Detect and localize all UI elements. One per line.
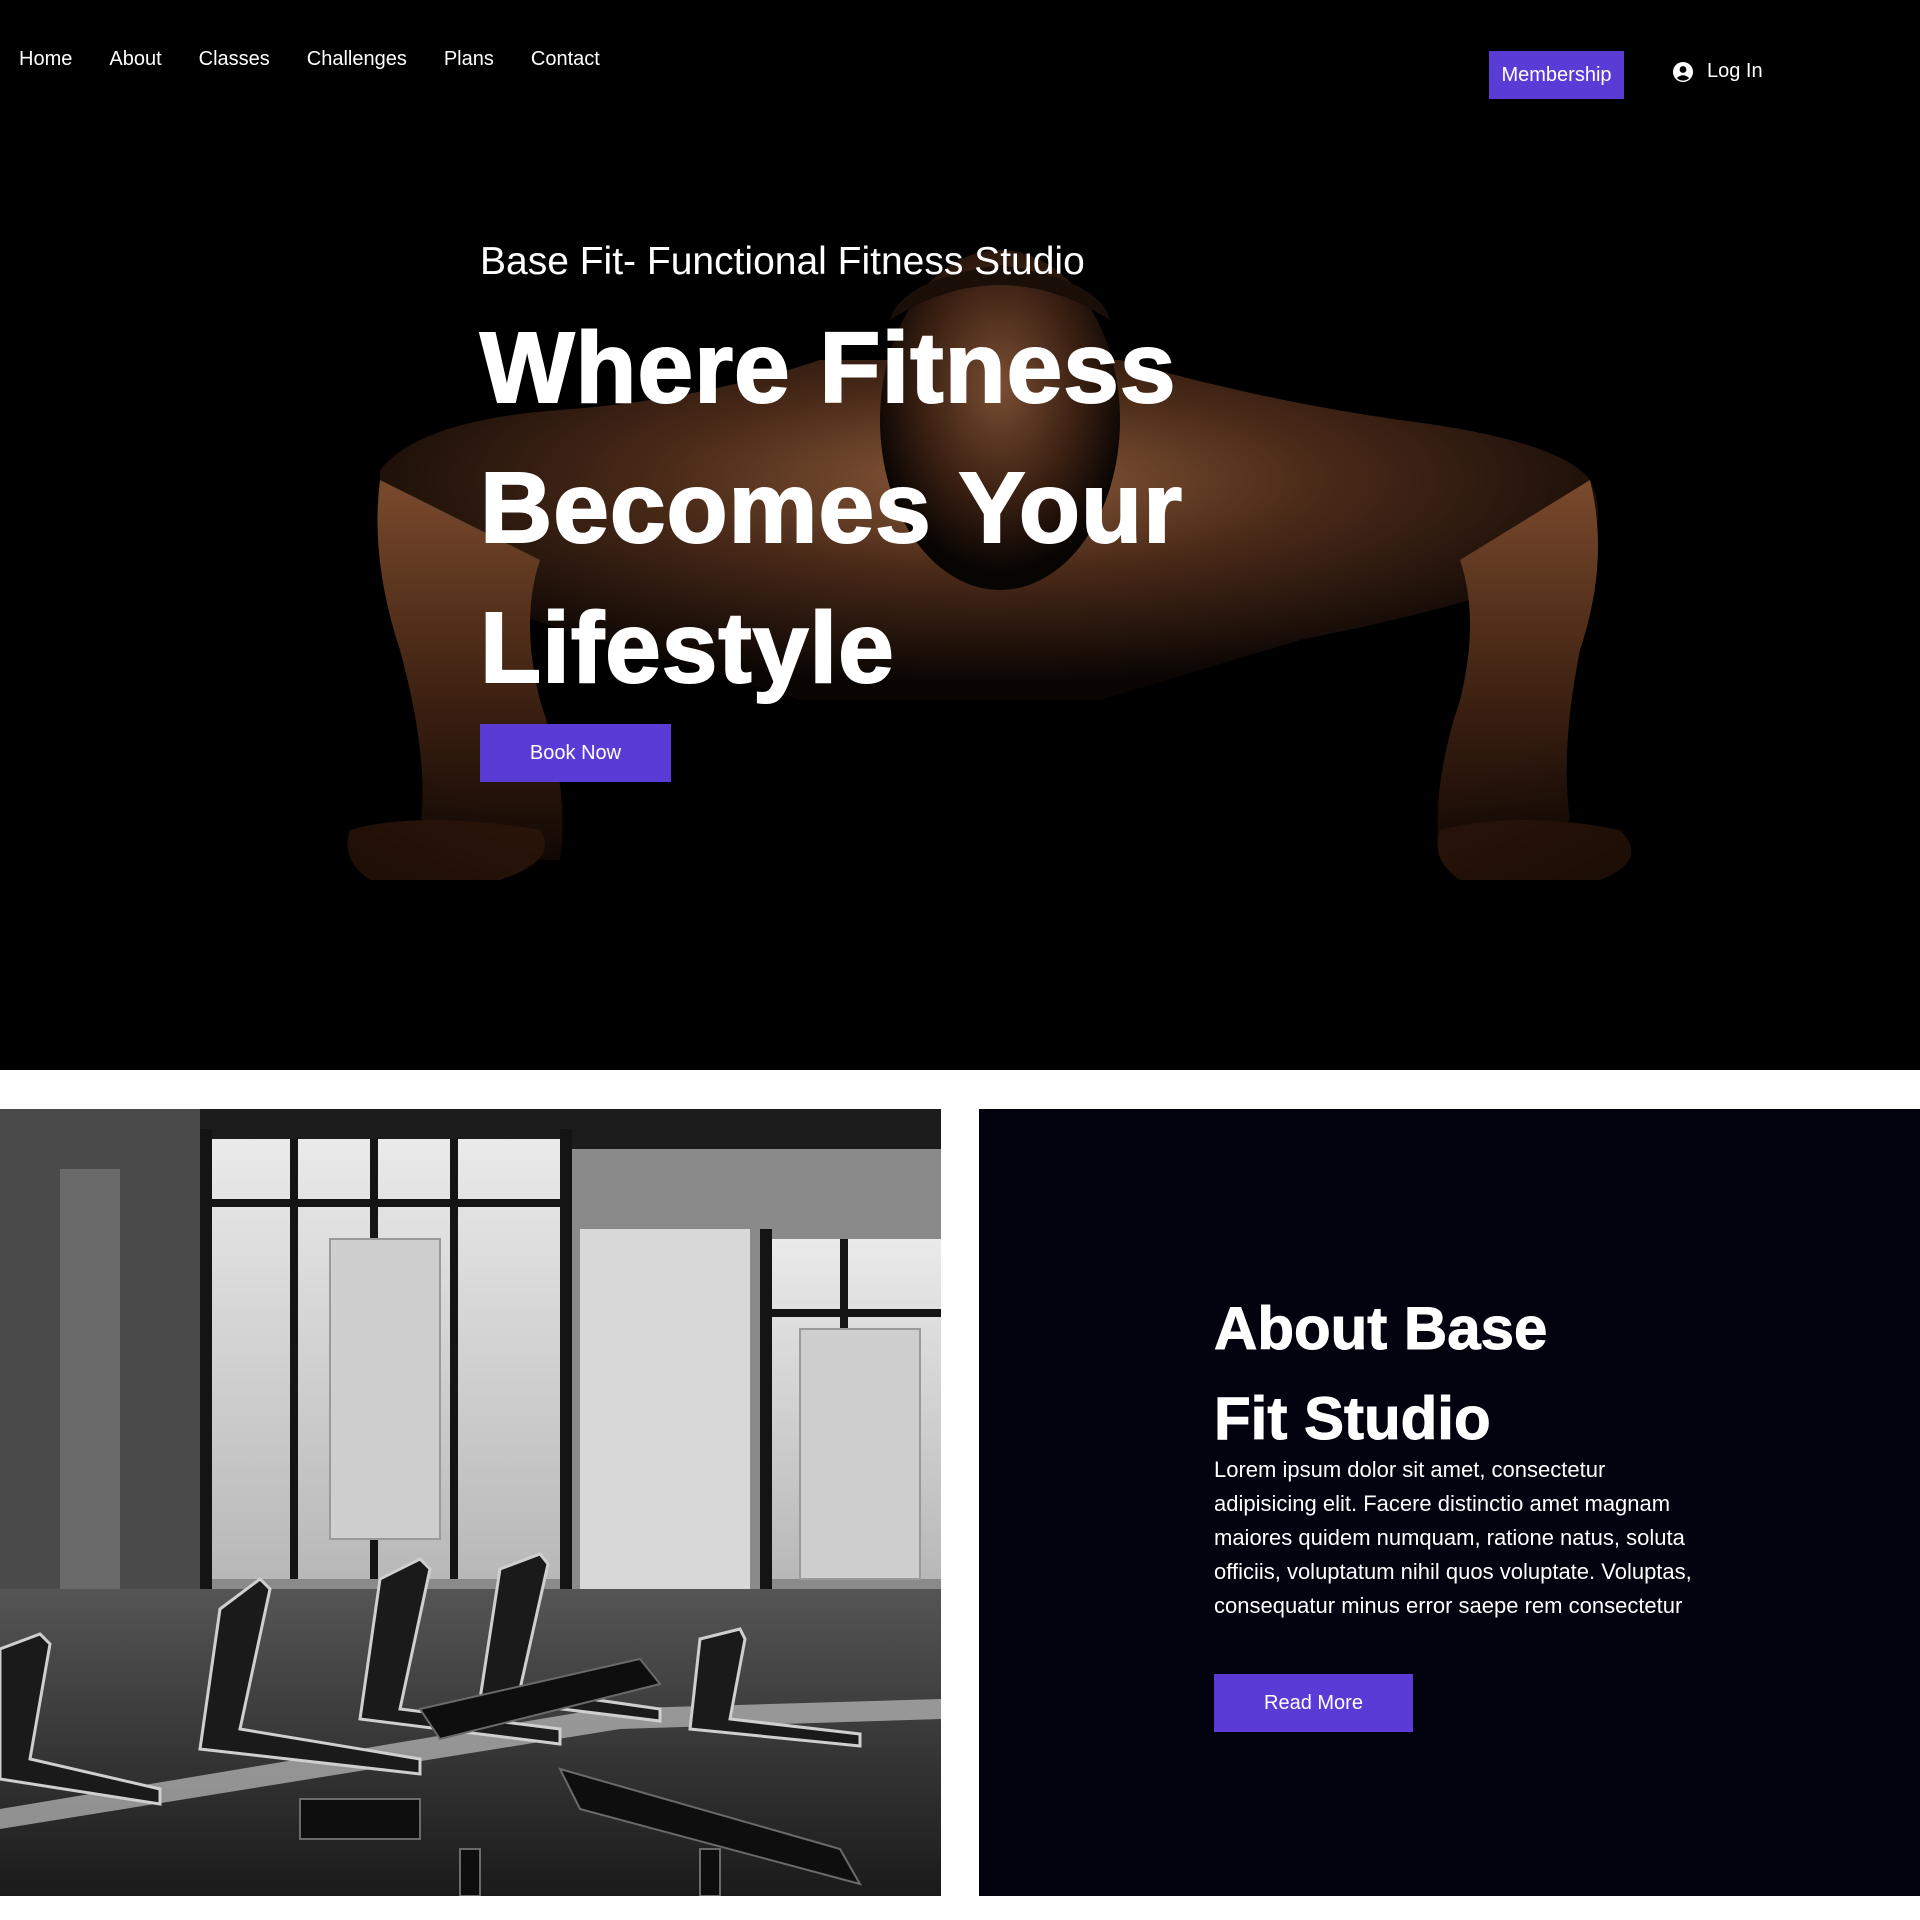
nav-link-plans[interactable]: Plans — [444, 48, 494, 71]
about-title-line: About Base — [1214, 1295, 1548, 1363]
nav-link-about[interactable]: About — [109, 48, 161, 71]
hero-title-line: Lifestyle — [479, 591, 895, 705]
user-circle-icon — [1673, 61, 1693, 82]
login-label: Log In — [1707, 60, 1763, 82]
hero-section: Home About Classes Challenges Plans Cont… — [0, 0, 1920, 1070]
about-body-text: Lorem ipsum dolor sit amet, consectetur … — [1214, 1457, 1692, 1618]
about-title-line: Fit Studio — [1214, 1385, 1492, 1453]
top-navigation: Home About Classes Challenges Plans Cont… — [0, 0, 1920, 130]
book-now-button[interactable]: Book Now — [480, 724, 671, 782]
about-section: About Base Fit Studio Lorem ipsum dolor … — [979, 1109, 1920, 1896]
gym-photo — [0, 1109, 941, 1896]
nav-link-contact[interactable]: Contact — [531, 48, 600, 71]
nav-link-classes[interactable]: Classes — [199, 48, 270, 71]
gym-treadmills-illustration — [0, 1109, 941, 1896]
login-button[interactable]: Log In — [1673, 60, 1763, 83]
nav-link-home[interactable]: Home — [19, 48, 72, 71]
hero-title: Where Fitness Becomes Your Lifestyle — [479, 298, 1380, 718]
hero-text: Base Fit- Functional Fitness Studio Wher… — [479, 238, 1380, 718]
about-title: About Base Fit Studio — [1214, 1284, 1734, 1464]
read-more-button[interactable]: Read More — [1214, 1674, 1413, 1732]
hero-title-line: Where Fitness — [479, 311, 1177, 425]
nav-link-challenges[interactable]: Challenges — [307, 48, 407, 71]
nav-links: Home About Classes Challenges Plans Cont… — [19, 48, 637, 71]
hero-title-line: Becomes Your — [479, 451, 1184, 565]
membership-button[interactable]: Membership — [1489, 51, 1624, 99]
hero-subtitle: Base Fit- Functional Fitness Studio — [480, 240, 1085, 283]
